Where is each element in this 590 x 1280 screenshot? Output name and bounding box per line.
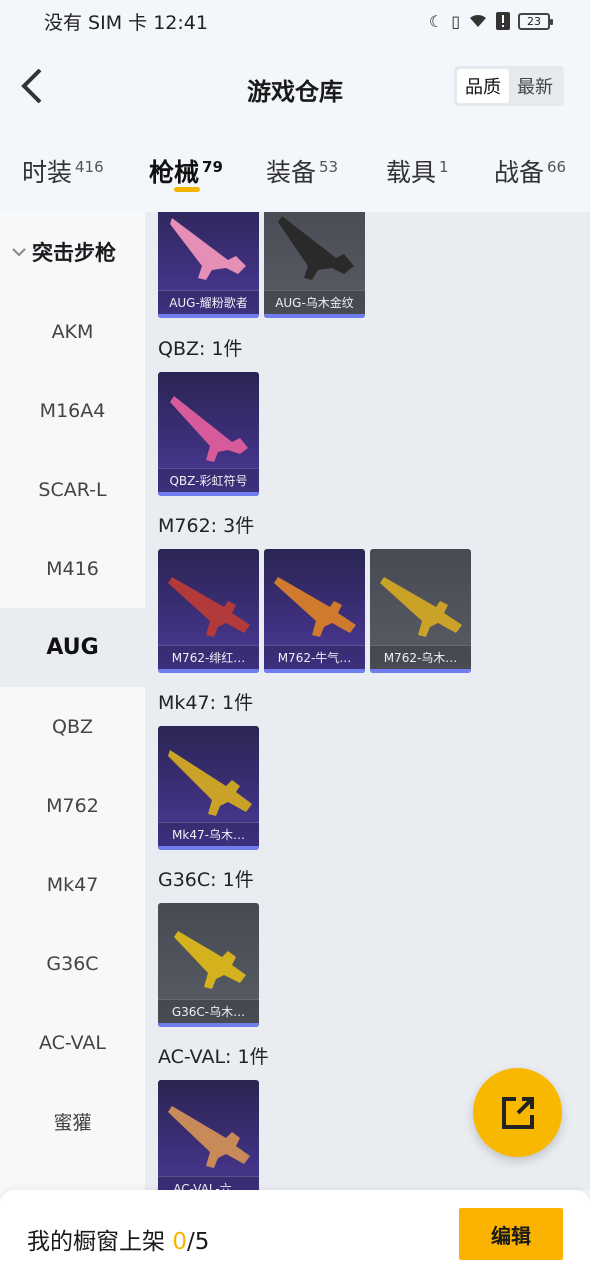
rarity-bar bbox=[158, 314, 259, 318]
tab-label: 时装 bbox=[22, 158, 73, 187]
edit-button[interactable]: 编辑 bbox=[459, 1208, 563, 1260]
rarity-bar bbox=[158, 669, 259, 673]
skin-card[interactable]: AUG-乌木金纹 bbox=[264, 212, 365, 318]
rifle-icon bbox=[174, 931, 246, 989]
section-title-g36c: G36C: 1件 bbox=[158, 869, 254, 891]
section-title-mk47: Mk47: 1件 bbox=[158, 692, 254, 714]
sort-by-quality[interactable]: 品质 bbox=[457, 69, 509, 103]
category-tabs: 时装 416 枪械 79 装备 53 载具 1 战备 66 bbox=[0, 145, 590, 205]
sidebar-group-assault-rifle[interactable]: 突击步枪 bbox=[0, 212, 145, 292]
tab-count: 66 bbox=[547, 157, 567, 176]
tab-label: 枪械 bbox=[149, 158, 200, 187]
sidebar-item-aug[interactable]: AUG bbox=[0, 608, 145, 687]
tab-count: 53 bbox=[319, 157, 339, 176]
moon-icon: ☾ bbox=[428, 11, 444, 31]
skin-name: Mk47-乌木… bbox=[158, 822, 259, 846]
rifle-icon bbox=[170, 396, 248, 462]
skin-card[interactable]: QBZ-彩虹符号 bbox=[158, 372, 259, 496]
rifle-icon bbox=[168, 577, 250, 637]
tab-firearms[interactable]: 枪械 79 bbox=[149, 153, 223, 189]
tab-combat-gear[interactable]: 战备 66 bbox=[494, 153, 566, 189]
sidebar-item-akm[interactable]: AKM bbox=[0, 292, 145, 371]
skin-name: AUG-乌木金纹 bbox=[264, 290, 365, 314]
skin-name: M762-乌木… bbox=[370, 645, 471, 669]
rarity-bar bbox=[158, 846, 259, 850]
tab-count: 1 bbox=[439, 157, 449, 176]
rarity-bar bbox=[158, 492, 259, 496]
skin-name: G36C-乌木… bbox=[158, 999, 259, 1023]
sidebar-item-m416[interactable]: M416 bbox=[0, 529, 145, 608]
rifle-icon bbox=[274, 577, 356, 637]
rarity-bar bbox=[264, 314, 365, 318]
rifle-icon bbox=[278, 216, 354, 280]
tab-label: 载具 bbox=[386, 158, 437, 187]
weapon-grid: AUG-耀粉歌者 AUG-乌木金纹 QBZ: 1件 QBZ-彩虹符号 M762:… bbox=[145, 212, 590, 1190]
skin-card[interactable]: AC-VAL-六… bbox=[158, 1080, 259, 1190]
section-title-ac-val: AC-VAL: 1件 bbox=[158, 1046, 269, 1068]
sort-by-newest[interactable]: 最新 bbox=[509, 69, 561, 103]
tab-fashion[interactable]: 时装 416 bbox=[22, 153, 104, 189]
skin-name: M762-绯红… bbox=[158, 645, 259, 669]
tab-equipment[interactable]: 装备 53 bbox=[266, 153, 338, 189]
carrier-text: 没有 SIM 卡 bbox=[44, 11, 148, 34]
tab-count: 79 bbox=[202, 157, 223, 176]
showcase-label: 我的橱窗上架 0/5 bbox=[27, 1222, 209, 1256]
skin-card[interactable]: M762-绯红… bbox=[158, 549, 259, 673]
sidebar-item-m16a4[interactable]: M16A4 bbox=[0, 371, 145, 450]
showcase-bar: 我的橱窗上架 0/5 编辑 bbox=[0, 1190, 590, 1280]
skin-name: AC-VAL-六… bbox=[158, 1176, 259, 1190]
showcase-count-current: 0 bbox=[172, 1229, 187, 1255]
wifi-icon bbox=[468, 13, 488, 29]
section-title-m762: M762: 3件 bbox=[158, 515, 255, 537]
share-button[interactable] bbox=[473, 1068, 562, 1157]
rifle-icon bbox=[168, 750, 252, 816]
showcase-title: 我的橱窗上架 bbox=[27, 1229, 165, 1255]
sidebar-item-g36c[interactable]: G36C bbox=[0, 924, 145, 1003]
tab-active-indicator bbox=[174, 187, 200, 192]
skin-card[interactable]: M762-牛气… bbox=[264, 549, 365, 673]
rarity-bar bbox=[264, 669, 365, 673]
alert-icon bbox=[496, 12, 510, 30]
rifle-icon bbox=[170, 218, 246, 280]
rarity-bar bbox=[158, 1023, 259, 1027]
header: 游戏仓库 品质 最新 bbox=[0, 52, 590, 122]
sidebar-group-label: 突击步枪 bbox=[32, 241, 116, 265]
status-bar: 没有 SIM 卡 12:41 ☾ ▯ 23 bbox=[0, 0, 590, 42]
tab-vehicles[interactable]: 载具 1 bbox=[386, 153, 449, 189]
vibrate-icon: ▯ bbox=[451, 11, 460, 31]
skin-card[interactable]: G36C-乌木… bbox=[158, 903, 259, 1027]
weapon-sidebar: 突击步枪 AKM M16A4 SCAR-L M416 AUG QBZ M762 … bbox=[0, 212, 145, 1202]
sidebar-item-m762[interactable]: M762 bbox=[0, 766, 145, 845]
skin-card[interactable]: Mk47-乌木… bbox=[158, 726, 259, 850]
sort-toggle: 品质 最新 bbox=[454, 66, 564, 106]
status-left: 没有 SIM 卡 12:41 bbox=[44, 8, 208, 35]
sidebar-item-ac-val[interactable]: AC-VAL bbox=[0, 1003, 145, 1082]
skin-card[interactable]: M762-乌木… bbox=[370, 549, 471, 673]
rifle-icon bbox=[168, 1106, 250, 1168]
battery-icon: 23 bbox=[518, 12, 553, 30]
skin-name: QBZ-彩虹符号 bbox=[158, 468, 259, 492]
sidebar-item-mk47[interactable]: Mk47 bbox=[0, 845, 145, 924]
tab-label: 战备 bbox=[494, 158, 545, 187]
showcase-count-total: /5 bbox=[186, 1229, 210, 1255]
external-link-icon bbox=[501, 1096, 534, 1129]
sidebar-item-qbz[interactable]: QBZ bbox=[0, 687, 145, 766]
skin-card[interactable]: AUG-耀粉歌者 bbox=[158, 212, 259, 318]
rarity-bar bbox=[370, 669, 471, 673]
skin-name: M762-牛气… bbox=[264, 645, 365, 669]
status-right: ☾ ▯ 23 bbox=[428, 11, 553, 31]
skin-name: AUG-耀粉歌者 bbox=[158, 290, 259, 314]
section-title-qbz: QBZ: 1件 bbox=[158, 338, 243, 360]
sidebar-item-honey-badger[interactable]: 蜜獾 bbox=[0, 1082, 145, 1161]
rifle-icon bbox=[380, 577, 462, 637]
clock-text: 12:41 bbox=[153, 11, 208, 34]
chevron-down-icon bbox=[12, 248, 26, 257]
tab-label: 装备 bbox=[266, 158, 317, 187]
tab-count: 416 bbox=[75, 157, 104, 176]
sidebar-item-scar-l[interactable]: SCAR-L bbox=[0, 450, 145, 529]
